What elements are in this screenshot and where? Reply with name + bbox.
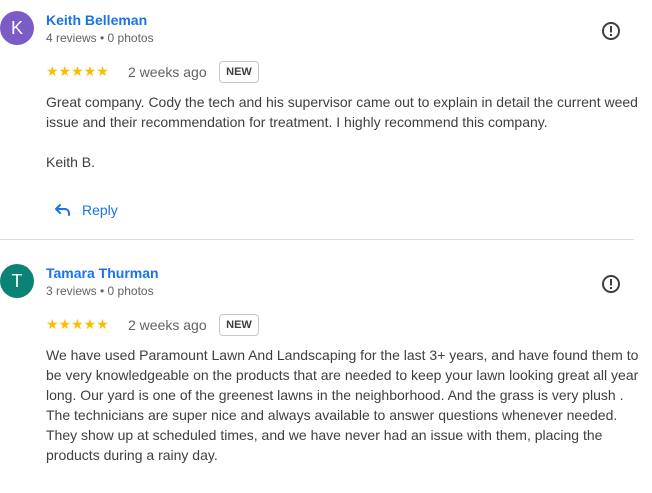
- reviewer-name[interactable]: Tamara Thurman: [46, 265, 159, 281]
- flag-alert-icon: [602, 275, 620, 293]
- reviewer-name[interactable]: Keith Belleman: [46, 12, 147, 28]
- report-review-button[interactable]: [601, 274, 621, 294]
- review-card: K Keith Belleman 4 reviews • 0 photos ★★…: [0, 0, 652, 239]
- review-text: Great company. Cody the tech and his sup…: [46, 92, 642, 172]
- review-text-body: Great company. Cody the tech and his sup…: [46, 94, 638, 130]
- review-text-signature: Keith B.: [46, 154, 96, 170]
- reviewer-meta: 3 reviews • 0 photos: [46, 284, 154, 298]
- avatar[interactable]: T: [0, 264, 34, 298]
- avatar[interactable]: K: [0, 11, 34, 45]
- star-rating: ★★★★★: [46, 316, 109, 332]
- reply-arrow-icon: [55, 204, 70, 216]
- report-review-button[interactable]: [601, 21, 621, 41]
- reply-label: Reply: [82, 202, 118, 218]
- new-badge: NEW: [219, 314, 259, 336]
- star-rating: ★★★★★: [46, 63, 109, 79]
- review-text: We have used Paramount Lawn And Landscap…: [46, 345, 642, 465]
- review-text-body: We have used Paramount Lawn And Landscap…: [46, 347, 639, 463]
- new-badge: NEW: [219, 61, 259, 83]
- review-card: T Tamara Thurman 3 reviews • 0 photos ★★…: [0, 240, 652, 493]
- flag-alert-icon: [602, 22, 620, 40]
- review-time: 2 weeks ago: [128, 64, 207, 80]
- review-time: 2 weeks ago: [128, 317, 207, 333]
- reply-button[interactable]: Reply: [54, 198, 118, 222]
- reviewer-meta: 4 reviews • 0 photos: [46, 31, 154, 45]
